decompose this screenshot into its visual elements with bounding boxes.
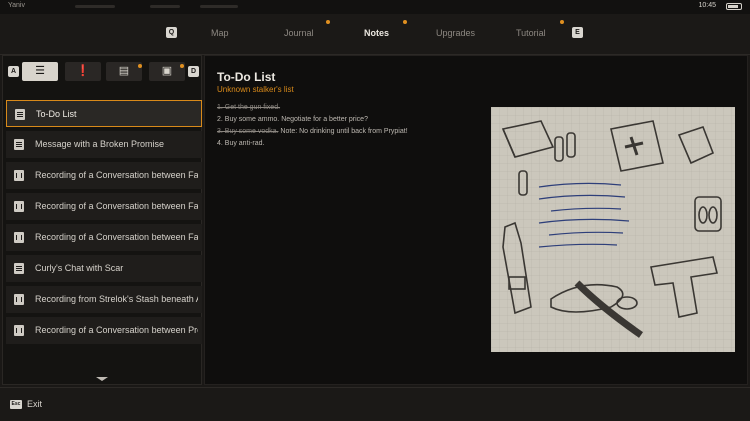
status-placeholder [200, 5, 238, 8]
note-icon [14, 263, 24, 274]
journal-new-indicator [326, 20, 330, 24]
list-item-label: Message with a Broken Promise [35, 139, 165, 149]
battery-icon [726, 3, 742, 10]
list-item[interactable]: Recording of a Conversation between Faus… [6, 162, 202, 189]
system-bar: Yaniv 10:45 [0, 0, 750, 14]
list-item[interactable]: Recording of a Conversation between Faus… [6, 193, 202, 220]
note-line: 2. Buy some ammo. Negotiate for a better… [217, 116, 368, 123]
list-item[interactable]: Recording of a Conversation between Faus… [6, 224, 202, 251]
status-placeholder [150, 5, 180, 8]
list-icon: ☰ [35, 65, 45, 77]
tutorial-new-indicator [560, 20, 564, 24]
note-sketch-image [491, 107, 735, 352]
next-filter-key[interactable]: D [188, 66, 199, 77]
list-item-label: Recording of a Conversation between Faus… [35, 201, 198, 211]
notes-list: To-Do List Message with a Broken Promise… [6, 100, 202, 348]
prev-tab-key[interactable]: Q [166, 27, 177, 38]
user-name: Yaniv [8, 2, 25, 9]
exit-button[interactable]: Exit [27, 399, 42, 409]
note-detail: To-Do List Unknown stalker's list 1. Get… [204, 55, 748, 385]
exclamation-icon: ❗ [76, 65, 90, 77]
notes-filter-new-indicator [138, 64, 142, 68]
tab-upgrades[interactable]: Upgrades [436, 28, 475, 38]
status-placeholder [75, 5, 115, 8]
notes-sidebar: A ☰ ❗ ▤ ▣ D To-Do List Message with a Br… [2, 55, 202, 385]
filter-all-button[interactable]: ☰ [22, 62, 58, 81]
tab-tutorial[interactable]: Tutorial [516, 28, 546, 38]
filter-important-button[interactable]: ❗ [65, 62, 101, 81]
list-item-label: Recording of a Conversation between Faus… [35, 170, 198, 180]
list-item[interactable]: Recording from Strelok's Stash beneath A… [6, 286, 202, 313]
note-body: 1. Get the gun fixed. 2. Buy some ammo. … [217, 104, 487, 152]
notes-new-indicator [403, 20, 407, 24]
tab-notes[interactable]: Notes [364, 28, 389, 38]
note-title: To-Do List [217, 70, 276, 84]
list-item-label: Recording of a Conversation between Faus… [35, 232, 198, 242]
recording-icon [14, 325, 24, 336]
note-line: 3. Buy some vodka. Note: No drinking unt… [217, 128, 408, 135]
recording-icon [14, 232, 24, 243]
note-icon [15, 109, 25, 120]
list-item[interactable]: Message with a Broken Promise [6, 131, 202, 158]
note-line: 1. Get the gun fixed. [217, 104, 281, 111]
filter-notes-button[interactable]: ▤ [106, 62, 142, 81]
prev-filter-key[interactable]: A [8, 66, 19, 77]
photos-filter-new-indicator [180, 64, 184, 68]
esc-key-icon: Esc [10, 400, 22, 409]
list-item-label: To-Do List [36, 109, 77, 119]
top-nav: Q Map Journal Notes Upgrades Tutorial E [0, 14, 750, 55]
clock: 10:45 [698, 2, 716, 9]
next-tab-key[interactable]: E [572, 27, 583, 38]
list-item-label: Recording of a Conversation between Prof… [35, 325, 198, 335]
footer-bar: Esc Exit [0, 387, 750, 421]
list-item-label: Recording from Strelok's Stash beneath A… [35, 294, 198, 304]
note-line: 4. Buy anti-rad. [217, 140, 265, 147]
filter-row: A ☰ ❗ ▤ ▣ D [3, 56, 201, 88]
note-icon [14, 139, 24, 150]
list-item-label: Curly's Chat with Scar [35, 263, 124, 273]
tab-map[interactable]: Map [211, 28, 229, 38]
list-item[interactable]: Recording of a Conversation between Prof… [6, 317, 202, 344]
recording-icon [14, 170, 24, 181]
list-item[interactable]: To-Do List [6, 100, 202, 127]
list-item[interactable]: Curly's Chat with Scar [6, 255, 202, 282]
tab-journal[interactable]: Journal [284, 28, 314, 38]
note-subtitle: Unknown stalker's list [217, 85, 294, 94]
recording-icon [14, 294, 24, 305]
recording-icon [14, 201, 24, 212]
scroll-down-icon[interactable] [96, 377, 108, 381]
note-icon: ▤ [118, 65, 130, 77]
